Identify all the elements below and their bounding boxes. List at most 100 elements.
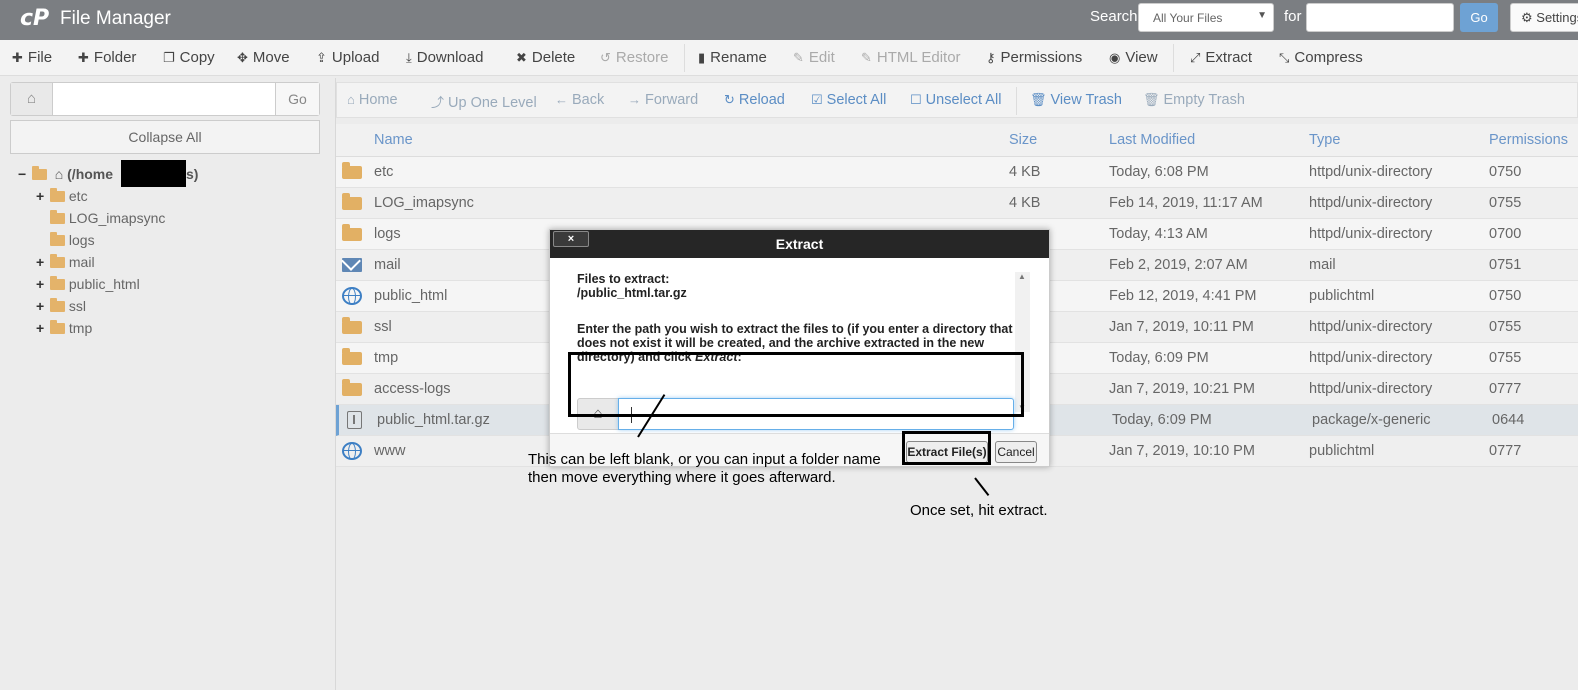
file-type: httpd/unix-directory	[1309, 164, 1433, 180]
search-go-button[interactable]: Go	[1460, 3, 1498, 32]
file-name: public_html	[374, 288, 448, 304]
copy-button[interactable]: ❐ Copy	[163, 49, 215, 66]
file-permissions: 0644	[1492, 412, 1525, 428]
file-permissions: 0755	[1489, 350, 1522, 366]
tree-item-tmp[interactable]: + tmp	[36, 320, 92, 336]
rename-button[interactable]: ▮ Rename	[698, 49, 767, 66]
unselect-all-button[interactable]: ☐ Unselect All	[910, 92, 1001, 108]
close-icon[interactable]: ×	[553, 231, 589, 247]
scroll-up-icon[interactable]: ▲	[1018, 272, 1026, 281]
file-name: public_html.tar.gz	[377, 412, 490, 428]
column-header-name[interactable]: Name	[374, 132, 413, 148]
checkbox-checked-icon: ☑	[811, 92, 823, 107]
download-icon: ⤓	[406, 50, 412, 65]
home-button[interactable]: ⌂ Home	[347, 92, 398, 108]
cpanel-logo: cP	[20, 6, 50, 31]
file-name: www	[374, 443, 406, 459]
file-name: ssl	[374, 319, 392, 335]
plus-icon[interactable]: +	[36, 276, 46, 292]
level-up-icon: ⤴	[431, 95, 445, 110]
file-modified: Jan 7, 2019, 10:21 PM	[1109, 381, 1255, 397]
path-input[interactable]	[55, 83, 275, 115]
file-icon: ▮	[698, 50, 706, 65]
move-icon: ✥	[237, 50, 248, 65]
forward-button[interactable]: → Forward	[628, 92, 698, 108]
file-name: tmp	[374, 350, 399, 366]
tree-item-log-imapsync[interactable]: LOG_imapsync	[36, 210, 165, 226]
annotation-note-2: Once set, hit extract.	[910, 502, 1048, 519]
column-header-last-modified[interactable]: Last Modified	[1109, 132, 1195, 148]
file-size: 4 KB	[1009, 164, 1041, 180]
settings-button[interactable]: ⚙ Settings	[1510, 3, 1578, 32]
files-to-extract-value: /public_html.tar.gz	[577, 286, 687, 300]
table-header: Name Size Last Modified Type Permissions	[336, 124, 1578, 157]
dialog-title: Extract	[775, 236, 824, 252]
tree-item-logs[interactable]: logs	[36, 232, 95, 248]
file-name: logs	[374, 226, 401, 242]
home-icon: ⌂	[54, 166, 68, 182]
trash-icon: 🗑	[1030, 92, 1047, 107]
column-header-permissions[interactable]: Permissions	[1489, 132, 1568, 148]
search-scope-value: All Your Files	[1153, 11, 1223, 25]
search-scope-select[interactable]: All Your Files ▼	[1138, 3, 1274, 32]
edit-button[interactable]: ✎ Edit	[793, 49, 835, 66]
folder-icon	[49, 210, 65, 224]
new-file-button[interactable]: ✚ File	[12, 49, 52, 66]
download-button[interactable]: ⤓ Download	[406, 49, 483, 66]
file-permissions: 0755	[1489, 319, 1522, 335]
select-all-button[interactable]: ☑ Select All	[811, 92, 886, 108]
for-label: for	[1284, 8, 1302, 25]
folder-icon	[342, 224, 362, 241]
upload-button[interactable]: ⇪ Upload	[316, 49, 379, 66]
tree-root[interactable]: − ⌂ (/home	[18, 166, 113, 182]
empty-trash-button[interactable]: 🗑 Empty Trash	[1143, 92, 1245, 108]
home-icon: ⌂	[347, 92, 355, 107]
delete-button[interactable]: ✖ Delete	[516, 49, 575, 66]
path-bar: ⌂ Go	[10, 82, 320, 116]
table-row[interactable]: etc 4 KB Today, 6:08 PM httpd/unix-director…	[336, 157, 1578, 188]
plus-icon[interactable]: +	[36, 320, 46, 336]
file-type: package/x-generic	[1312, 412, 1431, 428]
plus-icon: ✚	[78, 50, 89, 65]
compress-button[interactable]: ⤡ Compress	[1279, 49, 1363, 66]
plus-icon[interactable]: +	[36, 298, 46, 314]
tree-item-ssl[interactable]: + ssl	[36, 298, 86, 314]
view-button[interactable]: ◉ View	[1109, 49, 1158, 66]
file-modified: Today, 6:08 PM	[1109, 164, 1209, 180]
chevron-down-icon: ▼	[1257, 10, 1267, 21]
key-icon: ⚷	[986, 50, 996, 65]
reload-button[interactable]: ↻ Reload	[724, 92, 785, 108]
tree-item-public-html[interactable]: + public_html	[36, 276, 140, 292]
folder-icon	[49, 298, 65, 312]
search-input[interactable]	[1306, 3, 1454, 32]
view-trash-button[interactable]: 🗑 View Trash	[1030, 92, 1122, 108]
column-header-size[interactable]: Size	[1009, 132, 1037, 148]
path-go-button[interactable]: Go	[275, 83, 319, 115]
new-folder-button[interactable]: ✚ Folder	[78, 49, 136, 66]
column-header-type[interactable]: Type	[1309, 132, 1340, 148]
folder-icon	[49, 232, 65, 246]
file-permissions: 0777	[1489, 381, 1522, 397]
collapse-all-button[interactable]: Collapse All	[10, 120, 320, 154]
undo-icon: ↺	[600, 50, 611, 65]
extract-button[interactable]: ⤢ Extract	[1190, 49, 1252, 66]
plus-icon[interactable]: +	[36, 188, 46, 204]
file-type: httpd/unix-directory	[1309, 226, 1433, 242]
table-row[interactable]: LOG_imapsync 4 KB Feb 14, 2019, 11:17 AM ht…	[336, 188, 1578, 219]
back-button[interactable]: ← Back	[555, 92, 604, 108]
plus-icon[interactable]: +	[36, 254, 46, 270]
tree-item-etc[interactable]: + etc	[36, 188, 88, 204]
html-editor-button[interactable]: ✎ HTML Editor	[861, 49, 961, 66]
folder-icon	[342, 193, 362, 210]
folder-icon	[49, 276, 65, 290]
up-one-level-button[interactable]: ⤴ Up One Level	[431, 92, 537, 111]
home-icon[interactable]: ⌂	[11, 83, 53, 115]
restore-button[interactable]: ↺ Restore	[600, 49, 668, 66]
file-modified: Feb 2, 2019, 2:07 AM	[1109, 257, 1248, 273]
permissions-button[interactable]: ⚷ Permissions	[986, 49, 1082, 66]
cancel-button[interactable]: Cancel	[995, 441, 1037, 463]
minus-icon[interactable]: −	[18, 166, 28, 182]
folder-icon	[342, 162, 362, 179]
tree-item-mail[interactable]: + mail	[36, 254, 95, 270]
move-button[interactable]: ✥ Move	[237, 49, 290, 66]
